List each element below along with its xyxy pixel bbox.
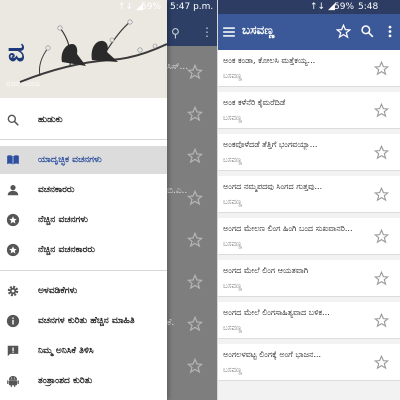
status-bar: ↑↓ ◢ 59% 5:48 p.m. bbox=[218, 0, 400, 22]
list-item[interactable]: ಅಂಗದ ನಮ್ಮಪದವು ಸಿಂಗದ ಗುತ್ತವು... ಬಸವಣ್ಣ bbox=[218, 176, 400, 213]
list-screenshot: ↑↓ ◢ 59% 5:48 p.m. ಬಸವಣ್ಣ ಅಂಕ ಕಂಡಾ, ಕೋಲಸ… bbox=[218, 0, 400, 400]
list-item[interactable]: ಅಂಕ ಕಳೆನೆರಿ ಕೈಮರೆದಿಡೆ ಬಸವಣ್ಣ bbox=[218, 92, 400, 129]
clock-time: 5:47 p.m. bbox=[170, 2, 214, 12]
vachana-title: ಅಂಗದ ನಮ್ಮಪದವು ಸಿಂಗದ ಗುತ್ತವು... bbox=[223, 182, 323, 191]
drawer-item-favorite-vachanas[interactable]: ನೆಚ್ಚಿನ ವಚನಗಳು bbox=[0, 206, 167, 234]
android-icon bbox=[7, 376, 19, 387]
drawer-item-label: ಯಾದೃಚ್ಛಿಕ ವಚನಗಳು bbox=[38, 155, 102, 165]
vachana-author: ಬಸವಣ್ಣ bbox=[223, 156, 242, 164]
info-icon bbox=[6, 314, 20, 328]
vachana-author: ಬಸವಣ್ಣ bbox=[223, 282, 242, 290]
list-item[interactable]: ಅಂಗಲಳವಟ್ಟ ಲಿಂಗಕ್ಕೆ ಅಂಗೆ ಭಾಜನ... ಬಸವಣ್ಣ bbox=[218, 344, 400, 381]
vachana-title: ಅಂಗದ ಮೇಲೆ ಲಿಂಗಸಾಹಿತ್ಯವಾದ ಬಳಿಕ... bbox=[223, 308, 330, 317]
dimmed-row-snippet: ಬಿ.ಎ.. bbox=[167, 186, 188, 196]
vachana-title: ಅಂಕವೊಳೆದಡೆ ತೆತ್ತಿಗೆ ಭಂಗವಯ್ಯಾ... bbox=[223, 140, 318, 149]
drawer-item-favorite-authors[interactable]: ನೆಚ್ಚಿನ ವಚನಕಾರರು bbox=[0, 236, 167, 264]
feedback-icon bbox=[7, 345, 19, 357]
star-circle-icon bbox=[6, 213, 20, 227]
navigation-drawer: ವ ವಚನ ಸಂಚಯ ↑↓ ◢ 59% 5:47 p.m. ಹುಡುಕು ಯಾದ… bbox=[0, 0, 213, 400]
list-item[interactable]: ಅಂಗದ ಮೇಲೆ ಲಿಂಗ ಆಯತವಾಗಿ ಬಸವಣ್ಣ bbox=[218, 260, 400, 297]
drawer-item-about-app[interactable]: ತಂತ್ರಾಂಶದ ಕುರಿತು bbox=[0, 367, 167, 395]
drawer-item-label: ವಚನಕಾರರು bbox=[38, 185, 75, 195]
drawer-item-label: ನೆಚ್ಚಿನ ವಚನಕಾರರು bbox=[38, 245, 95, 255]
search-icon[interactable] bbox=[360, 24, 374, 38]
drawer-screenshot: ⚲ ⋮ ಸಿಸ್... ಬಿ.ಎ.. ಕೆ. ವ ವಚನ ಸಂಚಯ ↑↓ ◢ 5… bbox=[0, 0, 217, 400]
star-outline-icon[interactable] bbox=[374, 145, 389, 160]
star-icon[interactable] bbox=[336, 24, 351, 39]
star-outline-icon bbox=[187, 232, 203, 248]
star-outline-icon bbox=[187, 106, 203, 122]
vachana-author: ಬಸವಣ್ಣ bbox=[223, 366, 242, 374]
drawer-caption: ವಚನ ಸಂಚಯ bbox=[6, 80, 41, 88]
vachana-author: ಬಸವಣ್ಣ bbox=[223, 72, 242, 80]
star-outline-icon[interactable] bbox=[374, 229, 389, 244]
drawer-item-label: ನೆಚ್ಚಿನ ವಚನಗಳು bbox=[38, 215, 88, 225]
star-outline-icon bbox=[187, 64, 203, 80]
dimmed-row-snippet: ಕೆ. bbox=[167, 318, 175, 328]
drawer-item-label: ವಚನಗಳ ಕುರಿತು ಹೆಚ್ಚಿನ ಮಾಹಿತಿ bbox=[38, 316, 135, 326]
search-icon bbox=[7, 114, 19, 126]
battery-percent: 59% bbox=[141, 2, 162, 12]
drawer-item-label: ಅಳವಡಿಕೆಗಳು bbox=[38, 286, 78, 296]
drawer-divider bbox=[0, 270, 167, 271]
star-outline-icon bbox=[187, 274, 203, 290]
more-vert-icon[interactable] bbox=[384, 24, 396, 39]
app-logo: ವ bbox=[8, 38, 25, 68]
more-vert-icon: ⋮ bbox=[201, 25, 213, 39]
vachana-title: ಅಂಗದ ಮೇಲೆ ಲಿಂಗ ಆಯತವಾಗಿ bbox=[223, 266, 309, 275]
signal-icon: ↑↓ ◢ bbox=[118, 2, 143, 12]
list-item[interactable]: ಅಂಗದ ಮೇಲೆ ಲಿಂಗಸಾಹಿತ್ಯವಾದ ಬಳಿಕ... ಬಸವಣ್ಣ bbox=[218, 302, 400, 339]
star-outline-icon[interactable] bbox=[374, 271, 389, 286]
drawer-item-label: ಹುಡುಕು bbox=[38, 115, 63, 125]
drawer-item-feedback[interactable]: ನಿಮ್ಮ ಅನಿಸಿಕೆ ತಿಳಿಸಿ bbox=[0, 337, 167, 365]
dimmed-app-background: ⚲ ⋮ ಸಿಸ್... ಬಿ.ಎ.. ಕೆ. bbox=[165, 0, 217, 400]
star-outline-icon[interactable] bbox=[374, 355, 389, 370]
vachana-author: ಬಸವಣ್ಣ bbox=[223, 240, 242, 248]
star-outline-icon[interactable] bbox=[374, 187, 389, 202]
drawer-item-label: ನಿಮ್ಮ ಅನಿಸಿಕೆ ತಿಳಿಸಿ bbox=[38, 346, 94, 356]
vachana-title: ಅಂಗದ ಮೇಲಣ ಲಿಂಗ ಹಿಂಗಿ ಬಂದ ಸುಖವಾನರಿ... bbox=[223, 224, 353, 233]
drawer-divider bbox=[0, 139, 167, 140]
star-outline-icon[interactable] bbox=[374, 103, 389, 118]
drawer-header: ವ ವಚನ ಸಂಚಯ bbox=[0, 0, 167, 98]
star-outline-icon bbox=[187, 148, 203, 164]
star-outline-icon bbox=[187, 316, 203, 332]
drawer-item-about-vachanas[interactable]: ವಚನಗಳ ಕುರಿತು ಹೆಚ್ಚಿನ ಮಾಹಿತಿ bbox=[0, 307, 167, 335]
page-title: ಬಸವಣ್ಣ bbox=[242, 23, 275, 37]
drawer-item-search[interactable]: ಹುಡುಕು bbox=[0, 106, 167, 134]
signal-icon: ↑↓ ◢ bbox=[310, 2, 335, 12]
battery-percent: 59% bbox=[334, 2, 355, 12]
drawer-item-random-vachanas[interactable]: ಯಾದೃಚ್ಛಿಕ ವಚನಗಳು bbox=[0, 146, 167, 174]
book-icon bbox=[7, 155, 19, 165]
vachana-author: ಬಸವಣ್ಣ bbox=[223, 114, 242, 122]
dimmed-row-snippet: ಸಿಸ್... bbox=[167, 62, 189, 72]
vachana-title: ಅಂಕ ಕಂಡಾ, ಕೋಲಸಿ ಮತ್ತೆಕಯ್ಯ... bbox=[223, 56, 316, 65]
star-outline-icon bbox=[187, 358, 203, 374]
drawer-item-settings[interactable]: ಅಳವಡಿಕೆಗಳು bbox=[0, 277, 167, 305]
drawer-item-label: ತಂತ್ರಾಂಶದ ಕುರಿತು bbox=[38, 376, 93, 386]
status-bar: ↑↓ ◢ 59% 5:47 p.m. bbox=[0, 0, 217, 14]
gear-icon bbox=[7, 285, 19, 297]
app-bar: ಬಸವಣ್ಣ bbox=[218, 14, 400, 50]
star-outline-icon[interactable] bbox=[374, 313, 389, 328]
star-outline-icon bbox=[187, 190, 203, 206]
menu-icon[interactable] bbox=[222, 25, 236, 39]
person-icon bbox=[7, 185, 19, 196]
vachana-title: ಅಂಕ ಕಳೆನೆರಿ ಕೈಮರೆದಿಡೆ bbox=[223, 98, 286, 107]
list-item[interactable]: ಅಂಗದ ಮೇಲಣ ಲಿಂಗ ಹಿಂಗಿ ಬಂದ ಸುಖವಾನರಿ... ಬಸವ… bbox=[218, 218, 400, 255]
list-item[interactable]: ಅಂಕವೊಳೆದಡೆ ತೆತ್ತಿಗೆ ಭಂಗವಯ್ಯಾ... ಬಸವಣ್ಣ bbox=[218, 134, 400, 171]
vachana-title: ಅಂಗಲಳವಟ್ಟ ಲಿಂಗಕ್ಕೆ ಅಂಗೆ ಭಾಜನ... bbox=[223, 350, 322, 359]
star-circle-icon bbox=[6, 243, 20, 257]
search-icon: ⚲ bbox=[171, 26, 180, 40]
drawer-item-authors[interactable]: ವಚನಕಾರರು bbox=[0, 176, 167, 204]
star-outline-icon[interactable] bbox=[374, 61, 389, 76]
list-item[interactable]: ಅಂಕ ಕಂಡಾ, ಕೋಲಸಿ ಮತ್ತೆಕಯ್ಯ... ಬಸವಣ್ಣ bbox=[218, 50, 400, 87]
vachana-author: ಬಸವಣ್ಣ bbox=[223, 324, 242, 332]
vachana-author: ಬಸವಣ್ಣ bbox=[223, 198, 242, 206]
